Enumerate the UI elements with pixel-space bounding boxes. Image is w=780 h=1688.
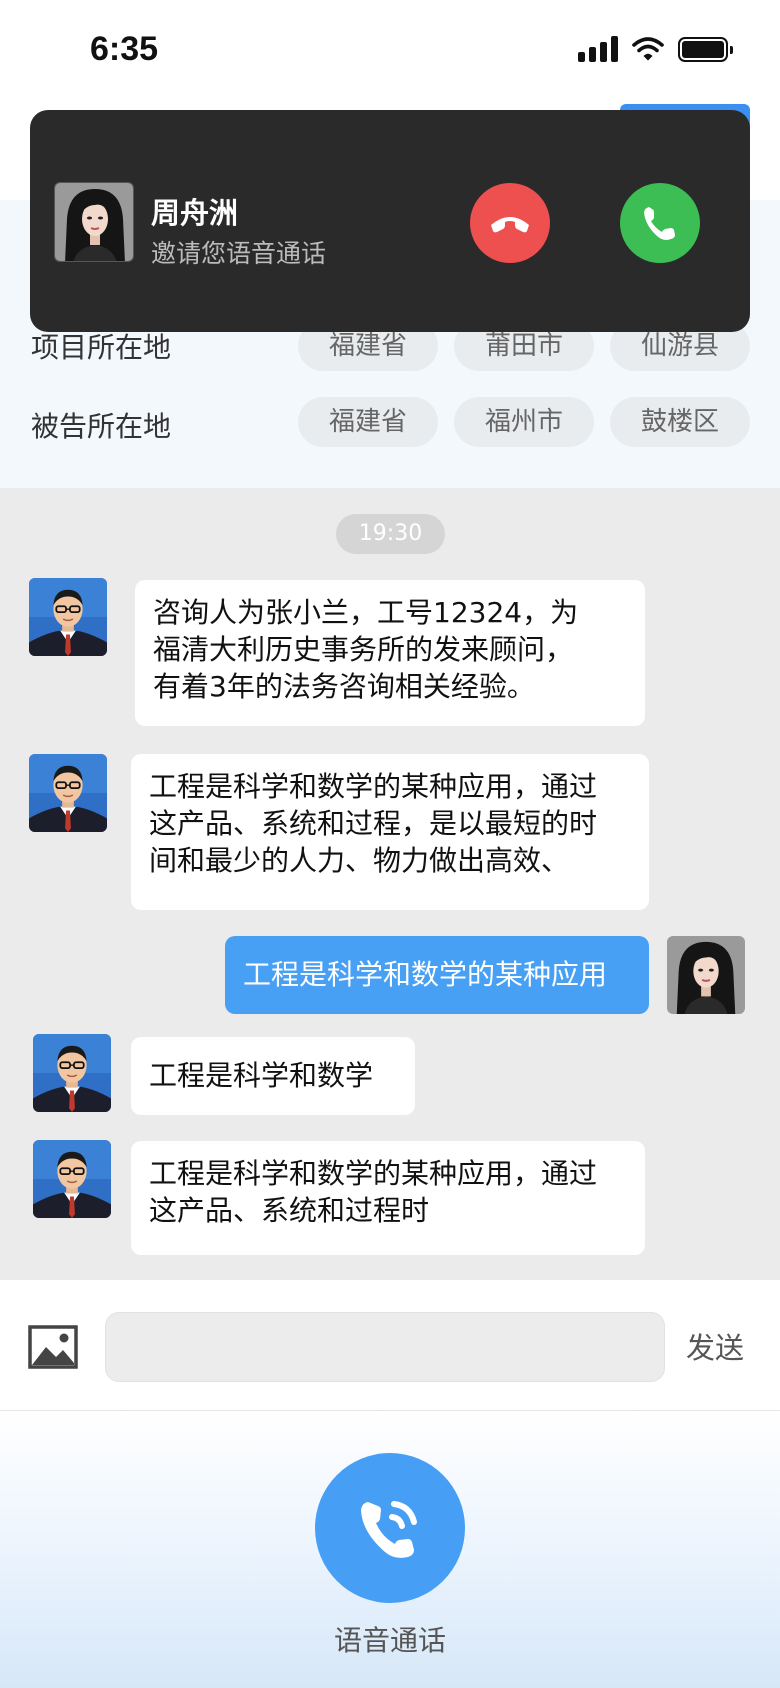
hang-up-icon	[491, 217, 529, 233]
message-line: 工程是科学和数学的某种应用，通过	[149, 770, 598, 803]
call-invite-text: 邀请您语音通话	[151, 239, 327, 268]
info-row-defendant-location: 被告所在地 福建省 福州市 鼓楼区	[0, 397, 780, 453]
voice-call-button[interactable]	[315, 1453, 465, 1603]
self-message-bubble[interactable]: 工程是科学和数学的某种应用	[225, 936, 649, 1014]
chip-city[interactable]: 福州市	[454, 397, 594, 447]
voice-call-area: 语音通话	[0, 1411, 780, 1688]
consultant-avatar[interactable]	[33, 1034, 111, 1112]
message-line: 工程是科学和数学的某种应用	[243, 958, 608, 991]
message-input[interactable]	[105, 1312, 665, 1382]
send-button[interactable]: 发送	[686, 1325, 744, 1367]
accept-call-button[interactable]	[620, 183, 700, 263]
status-bar: 6:35	[0, 0, 780, 100]
message-bubble[interactable]: 咨询人为张小兰，工号12324，为 福清大利历史事务所的发来顾问， 有着3年的法…	[135, 580, 645, 726]
image-icon[interactable]	[28, 1325, 78, 1369]
decline-call-button[interactable]	[470, 183, 550, 263]
phone-call-icon	[361, 1501, 417, 1558]
message-line: 工程是科学和数学	[149, 1059, 374, 1092]
phone-icon	[644, 207, 675, 240]
message-line: 福清大利历史事务所的发来顾问，	[153, 633, 574, 666]
consultant-avatar[interactable]	[29, 578, 107, 656]
message-line: 工程是科学和数学的某种应用，通过	[149, 1157, 598, 1190]
message-bubble[interactable]: 工程是科学和数学	[131, 1037, 415, 1115]
message-input-bar: 发送	[0, 1280, 780, 1411]
self-avatar[interactable]	[667, 936, 745, 1014]
cellular-signal-icon	[578, 36, 618, 62]
message-line: 咨询人为张小兰，工号12324，为	[153, 596, 579, 629]
caller-name: 周舟洲	[151, 196, 239, 230]
info-label: 项目所在地	[31, 331, 172, 364]
voice-call-label: 语音通话	[333, 1624, 446, 1657]
message-line: 间和最少的人力、物力做出高效、	[149, 844, 570, 877]
consultant-avatar[interactable]	[33, 1140, 111, 1218]
info-label: 被告所在地	[31, 410, 172, 443]
message-line: 这产品、系统和过程时	[149, 1194, 430, 1227]
chip-province[interactable]: 福建省	[298, 397, 438, 447]
message-bubble[interactable]: 工程是科学和数学的某种应用，通过 这产品、系统和过程，是以最短的时 间和最少的人…	[131, 754, 649, 910]
message-line: 这产品、系统和过程，是以最短的时	[149, 807, 598, 840]
message-bubble[interactable]: 工程是科学和数学的某种应用，通过 这产品、系统和过程时	[131, 1141, 645, 1255]
incoming-call-banner[interactable]: 周舟洲 邀请您语音通话	[30, 110, 750, 332]
battery-icon	[678, 36, 733, 62]
chat-area[interactable]: 19:30 咨询人为张小兰，工号12324，为 福清大利历史事务所的发来顾问， …	[0, 488, 780, 1280]
consultant-avatar[interactable]	[29, 754, 107, 832]
time-divider: 19:30	[336, 514, 445, 554]
status-icons	[578, 36, 733, 62]
status-time: 6:35	[90, 30, 159, 68]
message-line: 有着3年的法务咨询相关经验。	[153, 670, 535, 703]
chip-district[interactable]: 鼓楼区	[610, 397, 750, 447]
wifi-icon	[632, 37, 664, 61]
caller-avatar	[54, 182, 134, 262]
